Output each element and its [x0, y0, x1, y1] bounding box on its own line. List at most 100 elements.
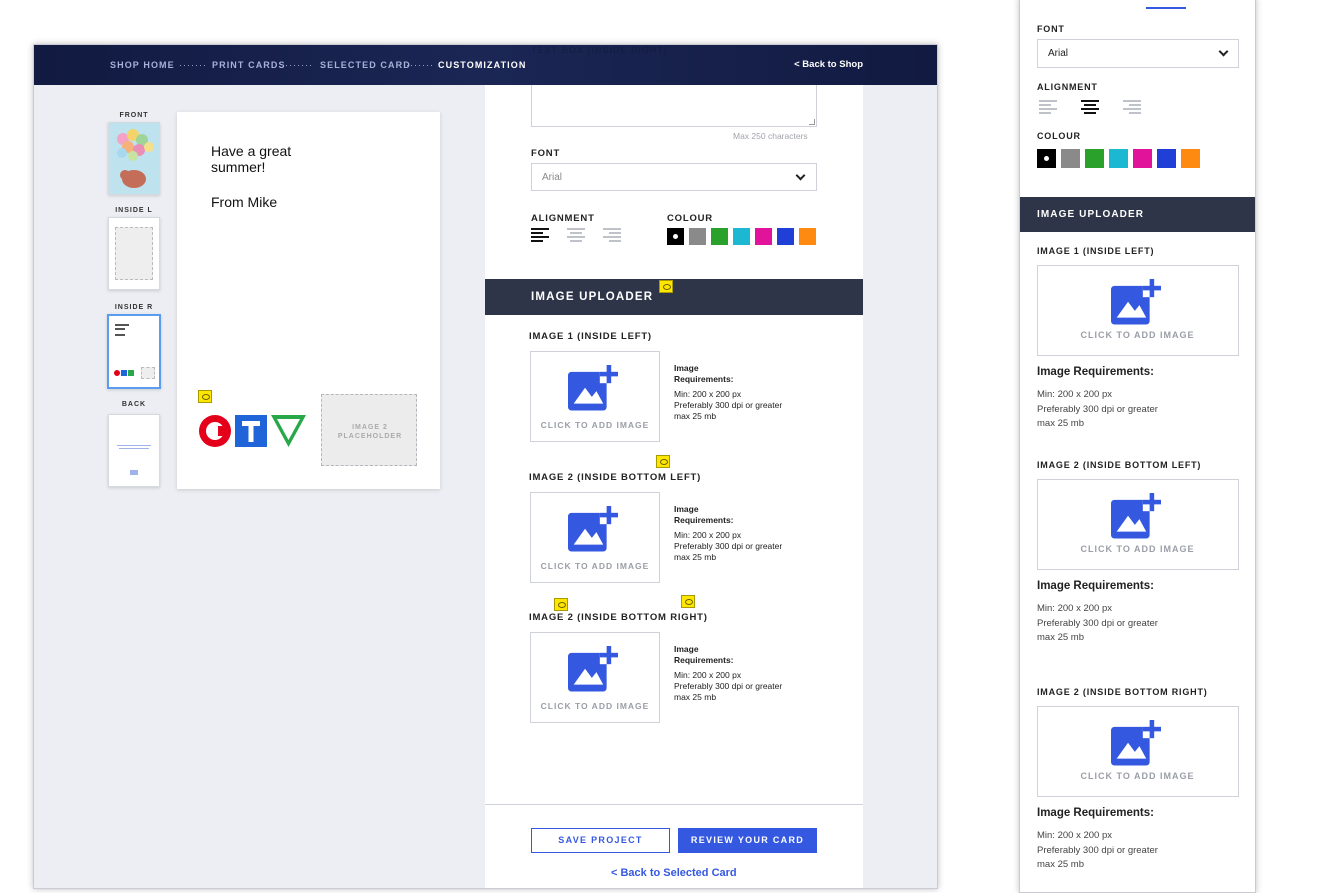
mobile-upload-dropzone[interactable]: CLICK TO ADD IMAGE: [1037, 706, 1239, 797]
colour-swatch[interactable]: [799, 228, 816, 245]
image-2-placeholder[interactable]: IMAGE 2 PLACEHOLDER: [321, 394, 417, 466]
comment-marker[interactable]: [681, 595, 695, 608]
mobile-image-requirements: Min: 200 x 200 px Preferably 300 dpi or g…: [1037, 829, 1158, 873]
requirements-heading: Image: [674, 644, 699, 654]
card-signature[interactable]: From Mike: [211, 194, 277, 210]
mobile-font-select-value: Arial: [1048, 48, 1069, 59]
colour-swatch[interactable]: [733, 228, 750, 245]
resize-handle[interactable]: [809, 119, 815, 125]
thumb-text-line: [117, 445, 151, 446]
review-card-button[interactable]: REVIEW YOUR CARD: [678, 828, 817, 853]
placeholder-label: IMAGE 2 PLACEHOLDER: [337, 424, 403, 440]
colour-swatch[interactable]: [1157, 149, 1176, 168]
back-to-shop-link[interactable]: < Back to Shop: [794, 59, 863, 70]
upload-dropzone[interactable]: CLICK TO ADD IMAGE: [530, 492, 660, 583]
upload-dropzone[interactable]: CLICK TO ADD IMAGE: [530, 351, 660, 442]
mobile-font-select[interactable]: Arial: [1037, 39, 1239, 68]
requirement-size: max 25 mb: [674, 692, 717, 702]
font-select[interactable]: Arial: [531, 163, 817, 191]
colour-swatch[interactable]: [711, 228, 728, 245]
requirement-dpi: Preferably 300 dpi or greater: [1037, 617, 1158, 629]
thumb-label-front: FRONT: [119, 112, 149, 119]
requirement-dpi: Preferably 300 dpi or greater: [1037, 403, 1158, 415]
back-to-selected-card-link[interactable]: < Back to Selected Card: [611, 867, 737, 879]
mobile-upload-dropzone[interactable]: CLICK TO ADD IMAGE: [1037, 479, 1239, 570]
requirement-dpi: Preferably 300 dpi or greater: [674, 400, 783, 410]
image-uploader-header: IMAGE UPLOADER: [485, 279, 863, 315]
thumb-text-line: [115, 334, 125, 336]
requirement-min: Min: 200 x 200 px: [674, 670, 742, 680]
add-image-icon: [1111, 279, 1161, 334]
colour-swatch[interactable]: [1037, 149, 1056, 168]
colour-swatch[interactable]: [1061, 149, 1080, 168]
comment-marker[interactable]: [198, 390, 212, 403]
tab-underline: [1146, 7, 1186, 9]
colour-swatch[interactable]: [1133, 149, 1152, 168]
align-center-icon[interactable]: [567, 228, 585, 242]
image-requirements: Image Requirements: Min: 200 x 200 px Prefe…: [674, 363, 782, 422]
colour-swatch[interactable]: [689, 228, 706, 245]
mobile-upload-slot-title: IMAGE 1 (INSIDE LEFT): [1037, 246, 1155, 256]
crumb-shop-home[interactable]: SHOP HOME: [110, 60, 175, 70]
mobile-upload-slot-title: IMAGE 2 (INSIDE BOTTOM LEFT): [1037, 460, 1202, 470]
colour-swatch[interactable]: [1109, 149, 1128, 168]
colour-swatch[interactable]: [777, 228, 794, 245]
click-to-add-label: CLICK TO ADD IMAGE: [1080, 544, 1195, 554]
mobile-align-left-icon[interactable]: [1039, 100, 1057, 114]
ghost-textbox-label: TEXT BOX (INSIDE RIGHT): [531, 45, 669, 55]
card-greeting-line2[interactable]: summer!: [211, 159, 265, 175]
crumb-print-cards[interactable]: PRINT CARDS: [212, 60, 286, 70]
click-to-add-label: CLICK TO ADD IMAGE: [1080, 330, 1195, 340]
mobile-image-requirements: Min: 200 x 200 px Preferably 300 dpi or g…: [1037, 602, 1158, 646]
click-to-add-label: CLICK TO ADD IMAGE: [540, 420, 650, 430]
align-left-icon[interactable]: [531, 228, 549, 242]
add-image-icon: [1111, 720, 1161, 775]
add-image-icon: [568, 646, 618, 701]
click-to-add-label: CLICK TO ADD IMAGE: [1080, 771, 1195, 781]
comment-marker[interactable]: [659, 280, 673, 293]
comment-marker[interactable]: [554, 598, 568, 611]
thumb-front[interactable]: [108, 122, 160, 195]
mobile-image-requirements: Min: 200 x 200 px Preferably 300 dpi or g…: [1037, 388, 1158, 432]
align-right-icon[interactable]: [603, 228, 621, 242]
requirements-heading: Requirements:: [674, 515, 734, 525]
requirement-dpi: Preferably 300 dpi or greater: [674, 681, 783, 691]
thumb-label-inside-l: INSIDE L: [115, 207, 153, 214]
mobile-font-label: FONT: [1037, 24, 1065, 34]
ctv-logo[interactable]: [198, 414, 306, 448]
add-image-icon: [568, 506, 618, 561]
mobile-image-uploader-title: IMAGE UPLOADER: [1037, 209, 1145, 220]
mobile-upload-dropzone[interactable]: CLICK TO ADD IMAGE: [1037, 265, 1239, 356]
save-project-button[interactable]: SAVE PROJECT: [531, 828, 670, 853]
desktop-mockup: SHOP HOME ······· PRINT CARDS ······· SE…: [33, 44, 938, 889]
mobile-upload-slot-title: IMAGE 2 (INSIDE BOTTOM RIGHT): [1037, 687, 1208, 697]
selected-dot-icon: [1044, 156, 1049, 161]
mobile-align-center-icon[interactable]: [1081, 100, 1099, 114]
mobile-requirements-heading: Image Requirements:: [1037, 580, 1154, 592]
requirement-dpi: Preferably 300 dpi or greater: [674, 541, 783, 551]
upload-slot-title: IMAGE 1 (INSIDE LEFT): [529, 331, 652, 342]
colour-swatch[interactable]: [1181, 149, 1200, 168]
colour-swatch[interactable]: [755, 228, 772, 245]
colour-swatch[interactable]: [1085, 149, 1104, 168]
mobile-requirements-heading: Image Requirements:: [1037, 366, 1154, 378]
crumb-selected-card[interactable]: SELECTED CARD: [320, 60, 411, 70]
thumb-placeholder: [115, 227, 153, 280]
top-nav-bar: SHOP HOME ······· PRINT CARDS ······· SE…: [34, 45, 937, 85]
thumb-inside-r[interactable]: [107, 314, 161, 389]
requirement-min: Min: 200 x 200 px: [1037, 389, 1112, 400]
requirements-heading: Image: [674, 504, 699, 514]
colour-swatch[interactable]: [667, 228, 684, 245]
comment-marker[interactable]: [656, 455, 670, 468]
upload-dropzone[interactable]: CLICK TO ADD IMAGE: [530, 632, 660, 723]
thumb-text-line: [119, 448, 149, 449]
editor-panel: Max 250 characters FONT Arial ALIGNMENT …: [485, 85, 863, 888]
text-box-input[interactable]: [531, 85, 817, 127]
mobile-align-right-icon[interactable]: [1123, 100, 1141, 114]
thumb-inside-l[interactable]: [108, 217, 160, 290]
card-greeting-line1[interactable]: Have a great: [211, 143, 291, 159]
add-image-icon: [568, 365, 618, 420]
crumb-customization: CUSTOMIZATION: [438, 60, 527, 70]
divider: [485, 804, 863, 805]
thumb-back[interactable]: [108, 414, 160, 487]
